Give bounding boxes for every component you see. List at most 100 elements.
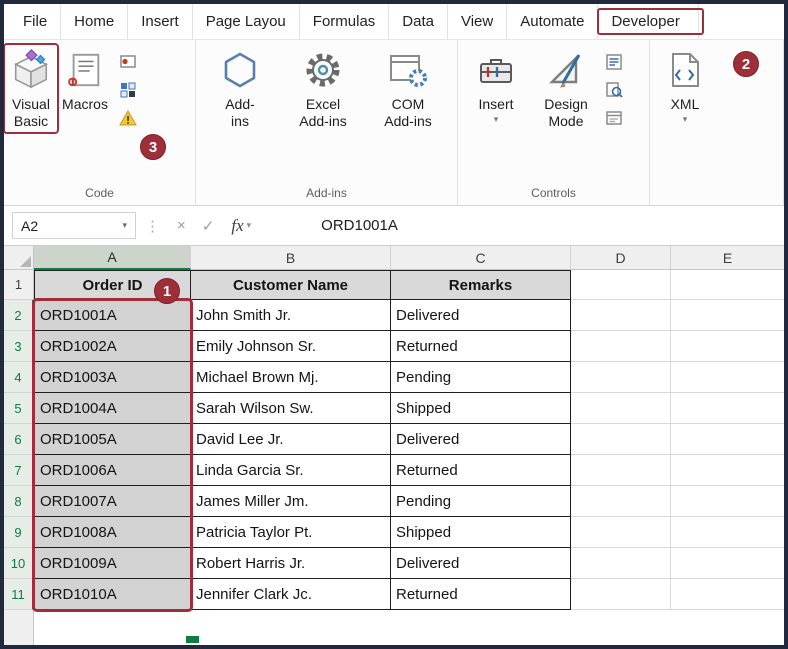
cell-d10[interactable] <box>571 548 671 579</box>
insert-control-button[interactable]: Insert ▾ <box>461 40 531 124</box>
cell-a6[interactable]: ORD1005A <box>34 424 191 455</box>
row-header-4[interactable]: 4 <box>4 362 34 393</box>
cell-a2[interactable]: ORD1001A <box>34 300 191 331</box>
column-header-a[interactable]: A <box>34 246 191 270</box>
cell-c6[interactable]: Delivered <box>391 424 571 455</box>
cell-d4[interactable] <box>571 362 671 393</box>
cell-d7[interactable] <box>571 455 671 486</box>
cell-d2[interactable] <box>571 300 671 331</box>
run-dialog-icon[interactable] <box>604 108 624 128</box>
record-macro-icon[interactable] <box>118 52 138 72</box>
cell-c8[interactable]: Pending <box>391 486 571 517</box>
cell-b1[interactable]: Customer Name <box>191 270 391 300</box>
cell-e5[interactable] <box>671 393 784 424</box>
row-header-9[interactable]: 9 <box>4 517 34 548</box>
cell-a4[interactable]: ORD1003A <box>34 362 191 393</box>
enter-icon[interactable]: ✓ <box>202 217 215 235</box>
tab-data[interactable]: Data <box>389 4 448 39</box>
cell-b10[interactable]: Robert Harris Jr. <box>191 548 391 579</box>
row-header-2[interactable]: 2 <box>4 300 34 331</box>
row-header-8[interactable]: 8 <box>4 486 34 517</box>
tab-home[interactable]: Home <box>61 4 128 39</box>
properties-icon[interactable] <box>604 52 624 72</box>
fill-handle[interactable] <box>186 636 199 643</box>
tab-automate[interactable]: Automate <box>507 4 598 39</box>
tab-insert[interactable]: Insert <box>128 4 193 39</box>
cell-b8[interactable]: James Miller Jm. <box>191 486 391 517</box>
visual-basic-button[interactable]: Visual Basic <box>7 40 55 130</box>
row-header-5[interactable]: 5 <box>4 393 34 424</box>
cell-c3[interactable]: Returned <box>391 331 571 362</box>
tab-page-layout[interactable]: Page Layou <box>193 4 300 39</box>
relative-references-icon[interactable] <box>118 80 138 100</box>
cell-e9[interactable] <box>671 517 784 548</box>
addins-button[interactable]: Add-ins <box>199 40 281 130</box>
row-header-1[interactable]: 1 <box>4 270 34 300</box>
cell-b11[interactable]: Jennifer Clark Jc. <box>191 579 391 610</box>
macro-security-icon[interactable] <box>118 108 138 128</box>
cell-e3[interactable] <box>671 331 784 362</box>
cell-b5[interactable]: Sarah Wilson Sw. <box>191 393 391 424</box>
column-header-d[interactable]: D <box>571 246 671 270</box>
cell-b9[interactable]: Patricia Taylor Pt. <box>191 517 391 548</box>
insert-function-icon[interactable]: fx <box>231 216 243 236</box>
cell-e11[interactable] <box>671 579 784 610</box>
view-code-icon[interactable] <box>604 80 624 100</box>
cell-c2[interactable]: Delivered <box>391 300 571 331</box>
cell-a7[interactable]: ORD1006A <box>34 455 191 486</box>
row-header-6[interactable]: 6 <box>4 424 34 455</box>
macros-button[interactable]: Macros <box>55 40 115 113</box>
formula-bar-splitter[interactable]: ⋮ <box>145 217 160 235</box>
cell-a3[interactable]: ORD1002A <box>34 331 191 362</box>
cell-d6[interactable] <box>571 424 671 455</box>
row-header-11[interactable]: 11 <box>4 579 34 610</box>
row-header-3[interactable]: 3 <box>4 331 34 362</box>
cell-c9[interactable]: Shipped <box>391 517 571 548</box>
cell-c10[interactable]: Delivered <box>391 548 571 579</box>
cell-a9[interactable]: ORD1008A <box>34 517 191 548</box>
cell-c4[interactable]: Pending <box>391 362 571 393</box>
cell-a5[interactable]: ORD1004A <box>34 393 191 424</box>
cell-e8[interactable] <box>671 486 784 517</box>
cell-a10[interactable]: ORD1009A <box>34 548 191 579</box>
cell-b2[interactable]: John Smith Jr. <box>191 300 391 331</box>
tab-file[interactable]: File <box>10 4 61 39</box>
cell-b4[interactable]: Michael Brown Mj. <box>191 362 391 393</box>
column-header-e[interactable]: E <box>671 246 784 270</box>
cell-e10[interactable] <box>671 548 784 579</box>
cell-e6[interactable] <box>671 424 784 455</box>
cell-e7[interactable] <box>671 455 784 486</box>
row-header-7[interactable]: 7 <box>4 455 34 486</box>
excel-addins-button[interactable]: Excel Add-ins <box>281 40 365 130</box>
cell-a8[interactable]: ORD1007A <box>34 486 191 517</box>
cell-c5[interactable]: Shipped <box>391 393 571 424</box>
column-header-c[interactable]: C <box>391 246 571 270</box>
formula-input[interactable]: ORD1001A <box>321 217 398 234</box>
tab-developer[interactable]: Developer <box>598 4 698 39</box>
xml-button[interactable]: XML ▾ <box>653 40 717 124</box>
cancel-icon[interactable]: × <box>177 217 186 234</box>
cell-d1[interactable] <box>571 270 671 300</box>
row-header-10[interactable]: 10 <box>4 548 34 579</box>
tab-view[interactable]: View <box>448 4 507 39</box>
cell-e2[interactable] <box>671 300 784 331</box>
cell-d3[interactable] <box>571 331 671 362</box>
column-header-b[interactable]: B <box>191 246 391 270</box>
cell-a11[interactable]: ORD1010A <box>34 579 191 610</box>
com-addins-button[interactable]: COM Add-ins <box>365 40 451 130</box>
cell-c11[interactable]: Returned <box>391 579 571 610</box>
select-all-corner[interactable] <box>4 246 34 270</box>
cell-d9[interactable] <box>571 517 671 548</box>
name-box[interactable]: A2 ▾ <box>12 212 136 239</box>
design-mode-button[interactable]: Design Mode <box>531 40 601 130</box>
cell-c1[interactable]: Remarks <box>391 270 571 300</box>
cell-e1[interactable] <box>671 270 784 300</box>
cell-b3[interactable]: Emily Johnson Sr. <box>191 331 391 362</box>
cell-e4[interactable] <box>671 362 784 393</box>
cell-b6[interactable]: David Lee Jr. <box>191 424 391 455</box>
cell-b7[interactable]: Linda Garcia Sr. <box>191 455 391 486</box>
cell-d5[interactable] <box>571 393 671 424</box>
tab-formulas[interactable]: Formulas <box>300 4 390 39</box>
cell-d11[interactable] <box>571 579 671 610</box>
cell-c7[interactable]: Returned <box>391 455 571 486</box>
